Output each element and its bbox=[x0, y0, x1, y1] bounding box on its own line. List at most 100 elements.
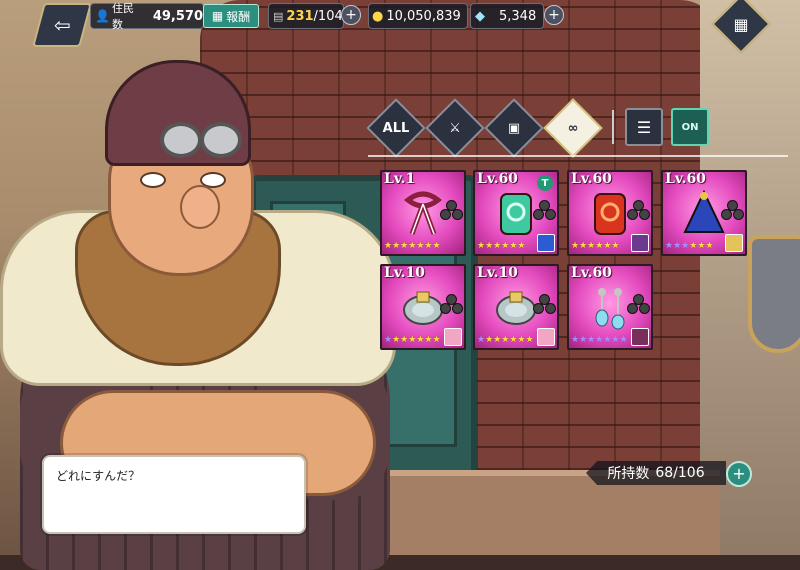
character-nose bbox=[180, 185, 220, 229]
star-icon: ★ bbox=[432, 241, 441, 251]
inventory-count: 所持数 68/106 bbox=[586, 461, 726, 485]
star-icon: ★ bbox=[673, 241, 682, 251]
crystal-plus-button[interactable]: + bbox=[544, 5, 564, 25]
character-eye-left bbox=[140, 172, 166, 188]
inventory-value: 68/106 bbox=[655, 465, 705, 481]
residents-value: 49,570 bbox=[152, 8, 203, 24]
crystal-value: 5,348 bbox=[499, 8, 537, 24]
item-card[interactable]: Lv.10 ★ ★ ★ ★ ★ ★ ★ bbox=[380, 264, 466, 350]
slot-icon bbox=[721, 200, 744, 220]
star-icon: ★ bbox=[603, 335, 612, 345]
star-icon: ★ bbox=[595, 335, 604, 345]
report-button[interactable]: ▦ 報酬 bbox=[203, 4, 259, 28]
shield-decoration bbox=[748, 235, 800, 353]
star-icon: ★ bbox=[571, 335, 580, 345]
item-badge: T bbox=[537, 175, 553, 191]
red-tag-icon bbox=[589, 190, 631, 236]
filter-separator bbox=[612, 110, 614, 144]
filter-on-label: ON bbox=[681, 121, 699, 133]
item-card[interactable]: Lv.60 T ★ ★ ★ ★ ★ ★ bbox=[473, 170, 559, 256]
item-card[interactable]: Lv.10 ★ ★ ★ ★ ★ ★ ★ bbox=[473, 264, 559, 350]
star-icon: ★ bbox=[392, 335, 401, 345]
person-icon: 👤 bbox=[95, 9, 110, 23]
star-icon: ★ bbox=[384, 335, 393, 345]
dialog-box[interactable]: どれにすんだ？ bbox=[42, 455, 306, 534]
star-icon: ★ bbox=[485, 241, 494, 251]
blue-cape-icon bbox=[683, 189, 725, 236]
item-card[interactable]: Lv.60 ★ ★ ★ ★ ★ ★ bbox=[567, 170, 653, 256]
item-level: Lv.60 bbox=[665, 171, 706, 187]
armor-icon: ▣ bbox=[507, 120, 521, 136]
star-icon: ★ bbox=[384, 241, 393, 251]
item-level: Lv.60 bbox=[571, 171, 612, 187]
item-level: Lv.10 bbox=[384, 265, 425, 281]
slot-icon bbox=[627, 200, 650, 220]
gold-value: 10,050,839 bbox=[386, 8, 461, 24]
earrings-icon bbox=[589, 284, 631, 330]
rarity-stars: ★ ★ ★ ★ ★ ★ ★ bbox=[384, 241, 441, 251]
divider bbox=[368, 155, 788, 157]
star-icon: ★ bbox=[705, 241, 714, 251]
top-bar: ⇦ 👤 住民数 49,570 ▦ 報酬 ▤ 231 /104 + ● 10,05… bbox=[0, 0, 800, 54]
item-card[interactable]: Lv.60 ★ ★ ★ ★ ★ ★ bbox=[661, 170, 747, 256]
back-arrow-icon: ⇦ bbox=[53, 13, 71, 37]
slot-icon bbox=[440, 294, 463, 314]
ribbon-item-icon bbox=[402, 190, 444, 236]
weapon-icon: ⚔ bbox=[449, 120, 461, 136]
star-icon: ★ bbox=[611, 241, 620, 251]
bracelet-icon bbox=[402, 284, 444, 330]
inventory-plus-button[interactable]: + bbox=[726, 461, 752, 487]
star-icon: ★ bbox=[571, 241, 580, 251]
item-level: Lv.60 bbox=[571, 265, 612, 281]
equipped-character-avatar bbox=[631, 234, 649, 252]
goggle-icon bbox=[200, 122, 242, 158]
gold-coin-icon: ● bbox=[372, 8, 384, 24]
bracelet-icon bbox=[495, 284, 537, 330]
rarity-stars: ★ ★ ★ ★ ★ ★ bbox=[571, 241, 619, 251]
rarity-stars: ★ ★ ★ ★ ★ ★ bbox=[477, 241, 525, 251]
filter-on-button[interactable]: ON bbox=[671, 108, 709, 146]
books-icon: ▤ bbox=[273, 9, 284, 23]
star-icon: ★ bbox=[579, 241, 588, 251]
capacity-value: 231 bbox=[286, 8, 314, 24]
rarity-stars: ★ ★ ★ ★ ★ ★ ★ bbox=[477, 335, 534, 345]
residents-label: 住民数 bbox=[111, 2, 134, 31]
slot-icon bbox=[533, 294, 556, 314]
crystal-icon: ◆ bbox=[475, 8, 485, 24]
capacity-max: /104 bbox=[313, 8, 343, 24]
item-level: Lv.60 bbox=[477, 171, 518, 187]
item-card[interactable]: Lv.1 ★ ★ ★ ★ ★ ★ ★ bbox=[380, 170, 466, 256]
star-icon: ★ bbox=[517, 241, 526, 251]
grid-menu-icon: ▦ bbox=[733, 14, 749, 34]
star-icon: ★ bbox=[477, 241, 486, 251]
emerald-tag-icon bbox=[495, 190, 537, 236]
item-card[interactable]: Lv.60 ★ ★ ★ ★ ★ ★ ★ bbox=[567, 264, 653, 350]
sort-button[interactable]: ☰ bbox=[625, 108, 663, 146]
goggle-icon bbox=[160, 122, 202, 158]
item-level: Lv.10 bbox=[477, 265, 518, 281]
slot-icon bbox=[440, 200, 463, 220]
capacity-plus-button[interactable]: + bbox=[341, 5, 361, 25]
dialog-text: どれにすんだ？ bbox=[56, 469, 141, 483]
filter-all-label: ALL bbox=[382, 120, 410, 136]
equipped-character-avatar bbox=[631, 328, 649, 346]
star-icon: ★ bbox=[579, 335, 588, 345]
star-icon: ★ bbox=[485, 335, 494, 345]
star-icon: ★ bbox=[525, 335, 534, 345]
crystal-counter: ◆ 5,348 bbox=[470, 3, 544, 29]
rarity-stars: ★ ★ ★ ★ ★ ★ bbox=[665, 241, 713, 251]
star-icon: ★ bbox=[665, 241, 674, 251]
equipped-character-avatar bbox=[537, 328, 555, 346]
rarity-stars: ★ ★ ★ ★ ★ ★ ★ bbox=[571, 335, 628, 345]
report-label: 報酬 bbox=[226, 9, 251, 24]
equipped-character-avatar bbox=[444, 328, 462, 346]
capacity-counter: ▤ 231 /104 bbox=[268, 3, 344, 29]
slot-icon bbox=[627, 294, 650, 314]
accessory-icon: ∞ bbox=[567, 120, 579, 136]
inventory-label: 所持数 bbox=[607, 466, 650, 482]
star-icon: ★ bbox=[587, 335, 596, 345]
equipped-character-avatar bbox=[537, 234, 555, 252]
star-icon: ★ bbox=[619, 335, 628, 345]
star-icon: ★ bbox=[611, 335, 620, 345]
sort-icon: ☰ bbox=[636, 117, 652, 137]
